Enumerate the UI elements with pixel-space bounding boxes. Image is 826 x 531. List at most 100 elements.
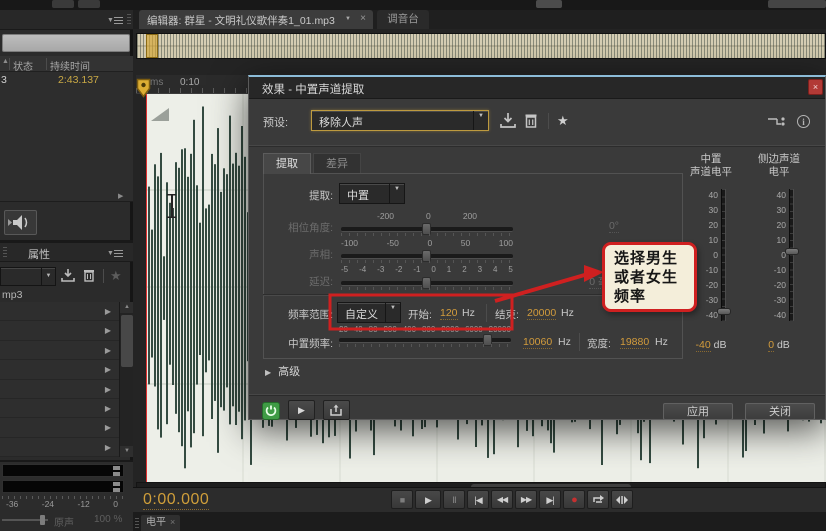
tab-editor[interactable]: 编辑器: 群星 - 文明礼仪歌伴奏1_01.mp3 ▼ × — [139, 10, 373, 29]
save-preset-icon[interactable] — [499, 112, 519, 130]
tab-levels[interactable]: 电平 × — [141, 515, 181, 531]
scroll-up-icon[interactable]: ▲ — [120, 302, 134, 313]
pause-button[interactable]: ‖ — [443, 490, 465, 509]
toolbar-button[interactable] — [536, 0, 562, 8]
volume-value[interactable]: 100 % — [94, 514, 122, 525]
files-toolbar[interactable] — [2, 34, 130, 52]
list-item[interactable]: ▶ — [0, 418, 119, 438]
side-level-slider[interactable] — [785, 189, 799, 321]
expand-arrow-icon[interactable]: ▶ — [105, 365, 111, 374]
center-frequency-value[interactable]: 10060 — [523, 336, 553, 349]
record-button[interactable]: ● — [563, 490, 585, 509]
sort-asc-icon[interactable]: ▲ — [2, 58, 9, 65]
column-duration[interactable]: 持续时间 — [50, 58, 90, 73]
list-item[interactable]: ▶ — [0, 380, 119, 399]
skip-selection-button[interactable] — [611, 490, 633, 509]
panel-grip[interactable] — [127, 14, 131, 26]
expand-arrow-icon[interactable]: ▶ — [105, 443, 111, 452]
fast-forward-button[interactable]: ▶▶ — [515, 490, 537, 509]
expand-arrow-icon[interactable]: ▶ — [105, 346, 111, 355]
expand-arrow-icon[interactable]: ▶ — [105, 423, 111, 432]
expand-arrow-icon[interactable]: ▶ — [105, 307, 111, 316]
extract-dropdown[interactable]: 中置 ▼ — [339, 183, 405, 204]
panel-grip[interactable] — [135, 518, 139, 529]
center-frequency-slider[interactable] — [339, 334, 511, 347]
play-entire-file-button[interactable] — [323, 400, 350, 420]
file-row[interactable]: 3 2:43.137 — [0, 73, 133, 88]
frequency-range-dropdown[interactable]: 自定义 ▼ — [337, 302, 401, 323]
center-level-number[interactable]: -40 — [695, 339, 711, 352]
properties-panel-title[interactable]: 属性 — [28, 246, 50, 262]
play-button[interactable]: ▶ — [415, 490, 441, 509]
loop-playback-button[interactable] — [587, 490, 609, 509]
apply-button[interactable]: 应用 — [663, 403, 733, 420]
vertical-scrollbar[interactable]: ▲ ▼ — [119, 302, 134, 457]
center-frequency-handle[interactable] — [483, 334, 492, 346]
preset-value: 移除人声 — [319, 117, 363, 129]
side-level-handle[interactable] — [785, 248, 799, 255]
info-icon[interactable]: i — [797, 115, 810, 128]
preset-dropdown[interactable]: 移除人声 ▼ — [311, 110, 489, 131]
preset-dropdown[interactable]: ▼ — [0, 267, 56, 286]
playhead-line[interactable] — [146, 94, 147, 482]
delete-preset-icon[interactable] — [523, 112, 543, 130]
favorite-star-icon[interactable]: ★ — [557, 113, 577, 131]
routing-icon[interactable] — [767, 115, 787, 133]
tab-mixer[interactable]: 调音台 — [377, 10, 429, 29]
list-text: 100 — [498, 238, 513, 248]
save-preset-icon[interactable] — [60, 268, 78, 284]
rewind-button[interactable]: ◀◀ — [491, 490, 513, 509]
expand-arrow-icon[interactable]: ▶ — [105, 385, 111, 394]
timecode-display[interactable]: 0:00.000 — [143, 491, 210, 510]
volume-slider-handle[interactable] — [40, 515, 45, 525]
stop-button[interactable]: ■ — [391, 490, 413, 509]
preview-speaker-button[interactable] — [4, 210, 37, 235]
list-item[interactable]: ▶ — [0, 360, 119, 380]
center-level-slider[interactable] — [717, 189, 731, 321]
scroll-down-icon[interactable]: ▼ — [120, 446, 134, 457]
advanced-toggle[interactable]: ▶ 高级 — [265, 363, 300, 379]
dialog-tab-difference[interactable]: 差异 — [313, 153, 361, 174]
effect-power-button[interactable] — [262, 402, 280, 420]
width-value[interactable]: 19880 — [620, 336, 650, 349]
panel-menu-icon[interactable]: ▼ — [107, 16, 123, 24]
tab-dropdown-icon[interactable]: ▼ — [345, 16, 351, 22]
skip-to-end-button[interactable]: ▶| — [539, 490, 561, 509]
list-item[interactable]: ▶ — [0, 341, 119, 361]
dialog-titlebar[interactable]: 效果 - 中置声道提取 × — [249, 77, 825, 99]
scroll-right-icon[interactable]: ▶ — [118, 192, 123, 200]
start-value[interactable]: 120 — [440, 307, 458, 320]
toolbar-button[interactable] — [78, 0, 100, 8]
dialog-tab-extract[interactable]: 提取 — [263, 153, 311, 174]
side-channel-meter: 侧边声道 电平 40 30 20 10 0 -10 -20 -30 -40 0 dB — [741, 153, 817, 398]
toolbar-button[interactable] — [52, 0, 74, 8]
expand-arrow-icon[interactable]: ▶ — [105, 326, 111, 335]
list-text: 20 — [339, 325, 348, 334]
list-item[interactable]: ▶ — [0, 321, 119, 341]
side-level-number[interactable]: 0 — [768, 339, 775, 352]
favorite-star-icon[interactable]: ★ — [110, 268, 128, 284]
dialog-close-button[interactable]: × — [808, 79, 823, 95]
close-button[interactable]: 关闭 — [745, 403, 815, 420]
list-item[interactable]: ▶ — [0, 438, 119, 458]
center-level-handle[interactable] — [717, 308, 731, 315]
skip-to-start-button[interactable]: |◀ — [467, 490, 489, 509]
preview-play-button[interactable]: ▶ — [288, 400, 315, 420]
waveform-overview-strip[interactable] — [136, 33, 826, 59]
view-indicator[interactable] — [146, 34, 158, 58]
tab-close-icon[interactable]: × — [170, 517, 175, 527]
tab-close-icon[interactable]: × — [360, 13, 366, 24]
panel-menu-icon[interactable]: ▼ — [107, 249, 123, 257]
delete-preset-icon[interactable] — [82, 268, 100, 284]
list-item[interactable]: ▶ — [0, 302, 119, 322]
expand-arrow-icon[interactable]: ▶ — [105, 404, 111, 413]
column-status[interactable]: 状态 — [13, 58, 33, 73]
list-item[interactable]: ▶ — [0, 399, 119, 419]
files-list[interactable] — [0, 72, 133, 202]
scrollbar-thumb[interactable] — [121, 315, 133, 367]
meter-title: 中置 声道电平 — [690, 153, 732, 178]
panel-grip[interactable] — [3, 247, 7, 259]
end-value[interactable]: 20000 — [527, 307, 557, 320]
volume-hud-icon[interactable] — [151, 108, 169, 121]
workspace-button[interactable] — [768, 0, 826, 8]
